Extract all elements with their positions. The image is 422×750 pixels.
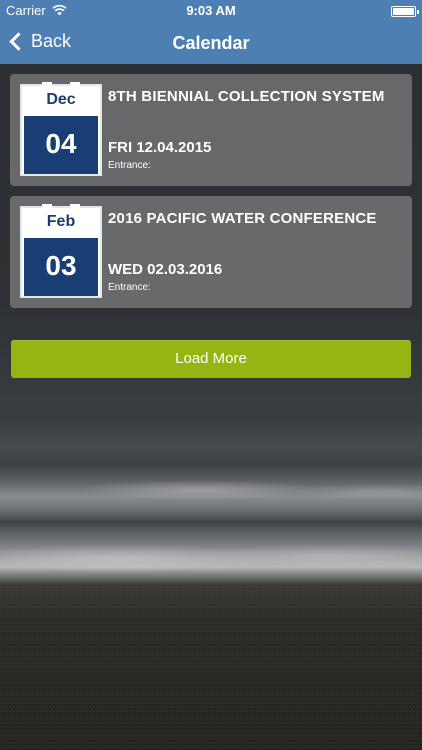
calendar-ring — [70, 82, 80, 88]
calendar-date-icon: Feb 03 — [20, 204, 102, 298]
calendar-date-icon: Dec 04 — [20, 82, 102, 176]
calendar-ring — [42, 82, 52, 88]
event-day: 04 — [24, 116, 98, 174]
status-bar: Carrier 9:03 AM — [0, 0, 422, 22]
page-title: Calendar — [172, 33, 250, 53]
top-bar: Carrier 9:03 AM Back Calendar — [0, 0, 422, 64]
event-list: Dec 04 8TH BIENNIAL COLLECTION SYSTEM FR… — [10, 74, 412, 318]
sand-texture — [0, 585, 422, 750]
event-entrance: Entrance: — [108, 282, 151, 293]
event-card[interactable]: Feb 03 2016 PACIFIC WATER CONFERENCE WED… — [10, 196, 412, 308]
calendar-ring — [70, 204, 80, 210]
calendar-ring — [42, 204, 52, 210]
wave-foam — [0, 540, 422, 574]
event-card[interactable]: Dec 04 8TH BIENNIAL COLLECTION SYSTEM FR… — [10, 74, 412, 186]
event-day: 03 — [24, 238, 98, 296]
battery-icon — [391, 6, 419, 17]
event-date: WED 02.03.2016 — [108, 261, 223, 278]
event-title: 8TH BIENNIAL COLLECTION SYSTEM — [108, 88, 385, 105]
wave-foam — [0, 478, 422, 504]
event-date: FRI 12.04.2015 — [108, 139, 212, 156]
event-month: Feb — [46, 213, 76, 230]
status-time: 9:03 AM — [186, 3, 236, 18]
navigation-bar: Back Calendar — [0, 22, 422, 64]
event-entrance: Entrance: — [108, 160, 151, 171]
battery-fill — [393, 8, 414, 15]
event-month: Dec — [46, 91, 76, 108]
event-title: 2016 PACIFIC WATER CONFERENCE — [108, 210, 377, 227]
load-more-button[interactable]: Load More — [11, 340, 411, 378]
